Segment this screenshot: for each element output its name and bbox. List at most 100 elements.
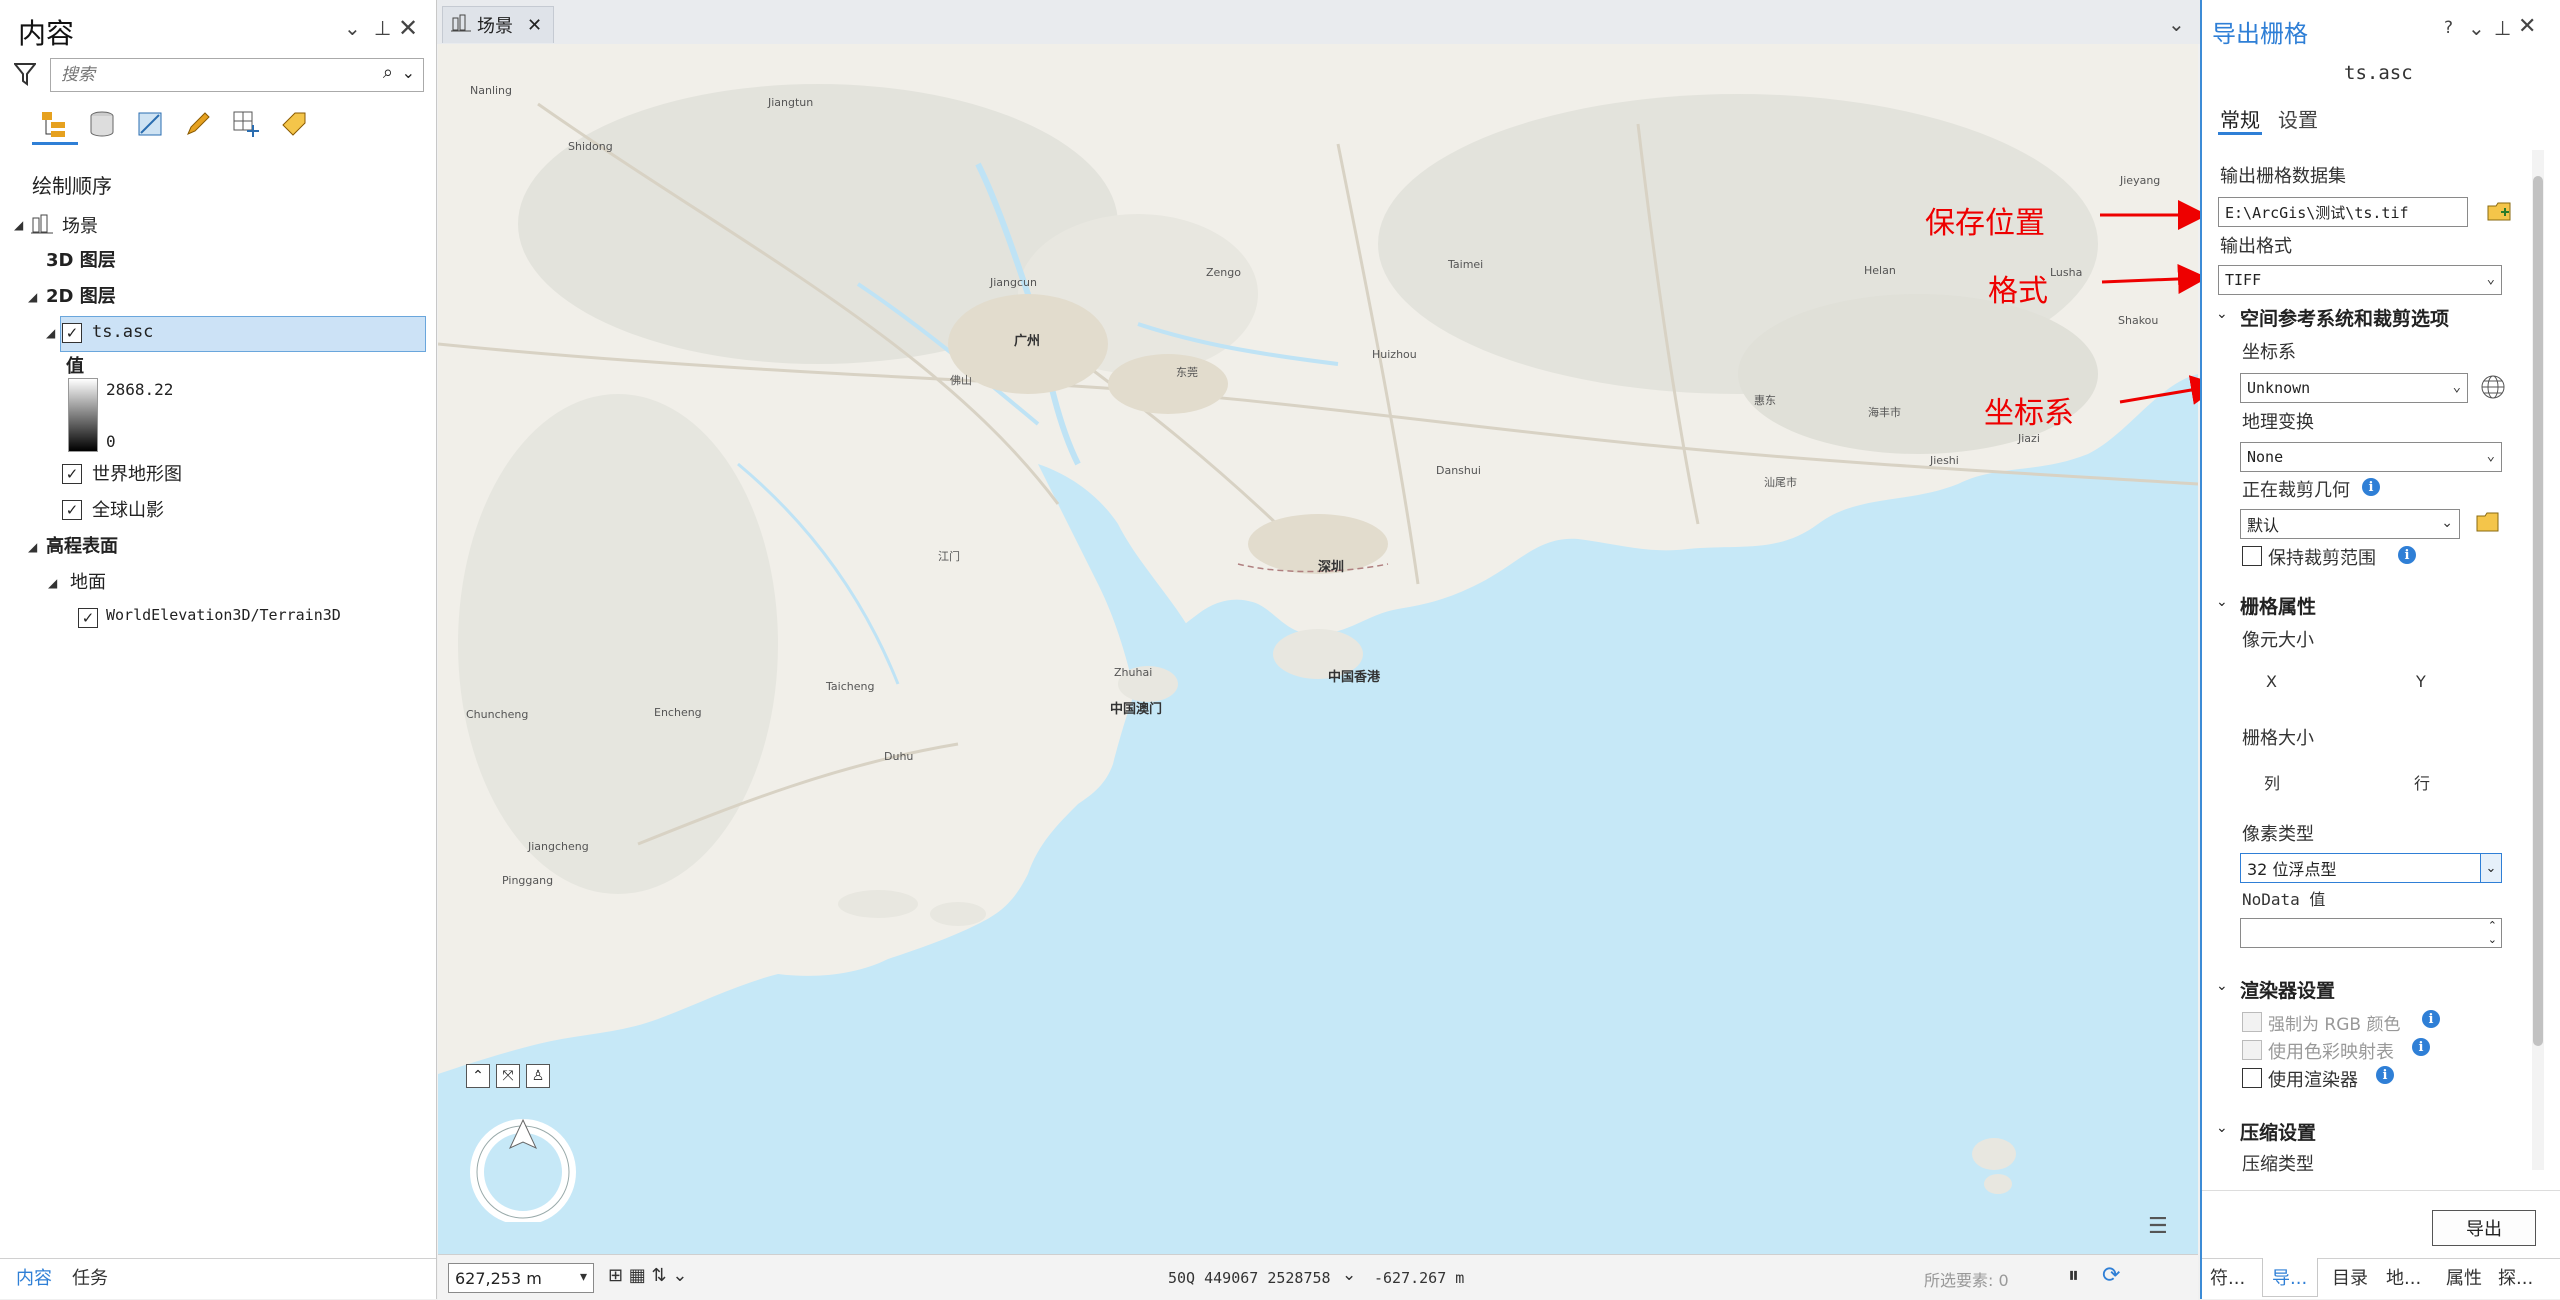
chevron-down-icon[interactable]: ⌄ bbox=[344, 16, 361, 40]
chevron-down-icon[interactable]: ⌄ bbox=[2480, 854, 2501, 882]
renderer-section[interactable]: 渲染器设置 bbox=[2240, 976, 2335, 1003]
tab-symbology[interactable]: 符... bbox=[2210, 1264, 2245, 1290]
tree-2d-layers[interactable]: 2D 图层 bbox=[46, 282, 116, 308]
browse-folder-icon[interactable] bbox=[2486, 198, 2512, 228]
spinner-icon[interactable]: ⌃ ⌄ bbox=[2488, 919, 2497, 947]
grid-tools-icon[interactable]: ⊞ ▦ ⇅ ⌄ bbox=[608, 1265, 687, 1286]
compression-section[interactable]: 压缩设置 bbox=[2240, 1118, 2316, 1145]
chevron-down-icon[interactable]: ⌄ bbox=[2216, 594, 2228, 610]
topo-visibility-checkbox[interactable]: ✓ bbox=[62, 464, 82, 484]
raster-visibility-checkbox[interactable]: ✓ bbox=[62, 323, 82, 343]
tab-tasks[interactable]: 任务 bbox=[72, 1264, 108, 1290]
tab-catalog[interactable]: 目录 bbox=[2332, 1264, 2368, 1290]
info-icon[interactable]: i bbox=[2398, 546, 2416, 564]
search-field[interactable]: ⌕ ⌄ bbox=[50, 58, 424, 92]
place-label: 汕尾市 bbox=[1764, 476, 1797, 489]
drawing-order-icon[interactable] bbox=[36, 106, 72, 142]
tab-geo[interactable]: 地... bbox=[2386, 1264, 2421, 1290]
info-icon[interactable]: i bbox=[2422, 1010, 2440, 1028]
chevron-down-icon[interactable]: ⌄ bbox=[2216, 306, 2228, 322]
refresh-icon[interactable]: ⟳ bbox=[2102, 1263, 2120, 1288]
help-icon[interactable]: ? bbox=[2444, 18, 2453, 38]
chevron-down-icon[interactable]: ⌄ bbox=[2487, 448, 2495, 464]
place-label: Jieyang bbox=[2120, 174, 2161, 187]
tab-scene[interactable]: 场景 ✕ bbox=[442, 6, 554, 43]
hillshade-visibility-checkbox[interactable]: ✓ bbox=[62, 500, 82, 520]
open-folder-icon[interactable] bbox=[2476, 512, 2502, 538]
tab-settings[interactable]: 设置 bbox=[2278, 104, 2318, 133]
expand-triangle-icon[interactable]: ◢ bbox=[28, 540, 37, 554]
scale-selector[interactable]: 627,253 m ▾ bbox=[448, 1263, 594, 1293]
edit-pencil-icon[interactable] bbox=[180, 106, 216, 142]
chevron-down-icon[interactable]: ⌄ bbox=[2441, 515, 2453, 531]
pixel-type-select[interactable]: 32 位浮点型 ⌄ bbox=[2240, 853, 2502, 883]
label-tag-icon[interactable] bbox=[276, 106, 312, 142]
expand-triangle-icon[interactable]: ◢ bbox=[46, 326, 55, 340]
globe-icon[interactable] bbox=[2480, 374, 2506, 404]
full-extent-icon[interactable]: ⤧ bbox=[496, 1064, 520, 1088]
cursor-elevation: -627.267 m bbox=[1374, 1269, 1465, 1287]
tab-contents[interactable]: 内容 bbox=[16, 1264, 52, 1290]
expand-triangle-icon[interactable]: ◢ bbox=[14, 218, 23, 232]
close-icon[interactable]: ✕ bbox=[527, 15, 542, 36]
chevron-down-icon[interactable]: ⌄ bbox=[2453, 379, 2461, 395]
tab-export[interactable]: 导... bbox=[2272, 1264, 2307, 1290]
keep-clip-extent-label: 保持裁剪范围 bbox=[2268, 548, 2376, 569]
tree-world-topo[interactable]: 世界地形图 bbox=[92, 460, 182, 486]
chevron-down-icon[interactable]: ▾ bbox=[580, 1269, 587, 1285]
place-label: Duhu bbox=[884, 750, 914, 763]
use-renderer-checkbox[interactable] bbox=[2242, 1068, 2262, 1088]
raster-properties-section[interactable]: 栅格属性 bbox=[2240, 592, 2316, 619]
tab-attributes[interactable]: 属性 bbox=[2446, 1264, 2482, 1290]
attribution-icon[interactable]: ☰ bbox=[2148, 1214, 2168, 1239]
tree-3d-layers[interactable]: 3D 图层 bbox=[46, 246, 116, 272]
clip-geometry-select[interactable]: 默认 ⌄ bbox=[2240, 509, 2460, 539]
chevron-down-icon[interactable]: ⌄ bbox=[402, 63, 415, 82]
info-icon[interactable]: i bbox=[2412, 1038, 2430, 1056]
coord-system-select[interactable]: Unknown ⌄ bbox=[2240, 373, 2468, 403]
chevron-down-icon[interactable]: ⌄ bbox=[2487, 271, 2495, 287]
tab-general[interactable]: 常规 bbox=[2220, 104, 2260, 133]
export-button[interactable]: 导出 bbox=[2432, 1210, 2536, 1246]
scrollbar-thumb[interactable] bbox=[2533, 176, 2543, 1046]
keep-clip-extent-checkbox[interactable] bbox=[2242, 546, 2262, 566]
tab-explore[interactable]: 探... bbox=[2498, 1264, 2533, 1290]
info-icon[interactable]: i bbox=[2376, 1066, 2394, 1084]
tilt-up-button[interactable]: ⌃ bbox=[466, 1064, 490, 1088]
search-input[interactable] bbox=[59, 60, 363, 90]
expand-triangle-icon[interactable]: ◢ bbox=[48, 576, 57, 590]
info-icon[interactable]: i bbox=[2362, 478, 2380, 496]
chevron-down-icon[interactable]: ⌄ bbox=[1342, 1265, 1356, 1285]
pin-icon[interactable]: ⊥ bbox=[2494, 16, 2511, 40]
chevron-down-icon[interactable]: ⌄ bbox=[2216, 978, 2228, 994]
output-dataset-input[interactable]: E:\ArcGis\测试\ts.tif bbox=[2218, 197, 2468, 227]
nodata-input[interactable]: ⌃ ⌄ bbox=[2240, 918, 2502, 948]
use-colormap-checkbox[interactable] bbox=[2242, 1040, 2262, 1060]
expand-triangle-icon[interactable]: ◢ bbox=[28, 290, 37, 304]
pause-drawing-icon[interactable]: ⏸ bbox=[2068, 1263, 2079, 1288]
tree-ground[interactable]: 地面 bbox=[70, 568, 106, 594]
walk-mode-icon[interactable]: ♙ bbox=[526, 1064, 550, 1088]
chevron-down-icon[interactable]: ⌄ bbox=[2216, 1120, 2228, 1136]
navigator-compass[interactable] bbox=[468, 1112, 578, 1226]
chevron-down-icon[interactable]: ⌄ bbox=[2468, 16, 2485, 40]
tree-hillshade[interactable]: 全球山影 bbox=[92, 496, 164, 522]
close-icon[interactable]: ✕ bbox=[398, 14, 418, 42]
tree-terrain-source[interactable]: WorldElevation3D/Terrain3D bbox=[106, 606, 341, 624]
filter-icon[interactable] bbox=[12, 62, 38, 90]
source-icon[interactable] bbox=[132, 106, 168, 142]
selection-grid-icon[interactable] bbox=[228, 106, 264, 142]
pin-icon[interactable]: ⊥ bbox=[374, 16, 391, 40]
output-format-select[interactable]: TIFF ⌄ bbox=[2218, 265, 2502, 295]
chevron-down-icon[interactable]: ⌄ bbox=[2168, 12, 2185, 36]
database-icon[interactable] bbox=[84, 106, 120, 142]
terrain-visibility-checkbox[interactable]: ✓ bbox=[78, 608, 98, 628]
spatial-reference-section[interactable]: 空间参考系统和裁剪选项 bbox=[2240, 304, 2449, 331]
tree-raster-layer[interactable]: ts.asc bbox=[92, 322, 153, 342]
close-icon[interactable]: ✕ bbox=[2518, 14, 2536, 39]
tree-scene[interactable]: 场景 bbox=[62, 212, 98, 238]
force-rgb-checkbox[interactable] bbox=[2242, 1012, 2262, 1032]
geo-transform-select[interactable]: None ⌄ bbox=[2240, 442, 2502, 472]
search-icon[interactable]: ⌕ bbox=[383, 62, 393, 83]
tree-elevation-surfaces[interactable]: 高程表面 bbox=[46, 532, 118, 558]
